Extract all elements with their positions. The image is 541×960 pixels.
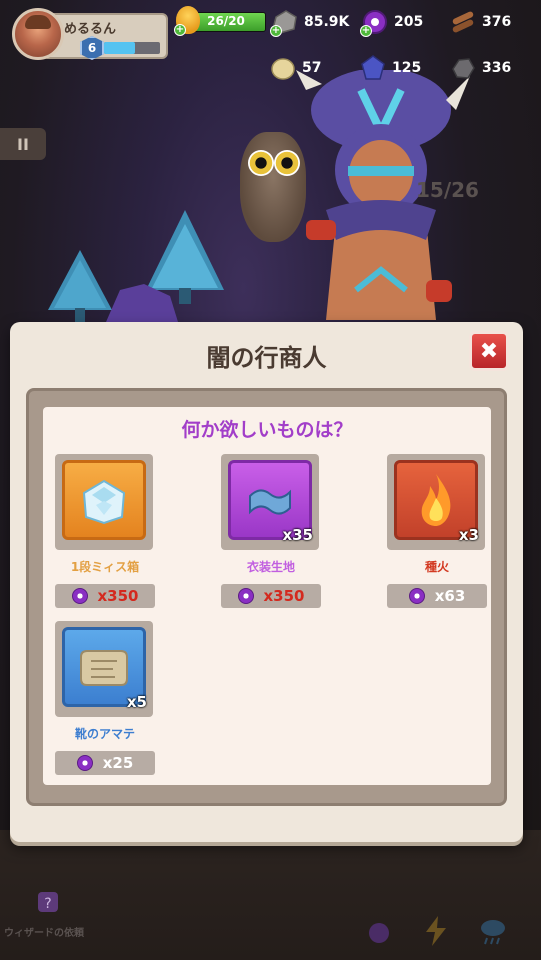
- item-quantity: x35: [282, 526, 313, 544]
- item-slot: x5: [55, 621, 153, 717]
- item-quantity: x5: [126, 693, 147, 711]
- wood-value: 376: [482, 14, 512, 30]
- wizard-request-label[interactable]: ウィザードの依頼: [4, 924, 84, 939]
- xp-bar: [104, 42, 160, 54]
- close-button[interactable]: ✖: [469, 331, 509, 371]
- pause-button[interactable]: II: [0, 128, 46, 160]
- crystal-icon: [360, 55, 386, 81]
- item-price: x63: [434, 587, 466, 605]
- item-price: x350: [97, 587, 139, 605]
- ground-background: [0, 830, 541, 960]
- item-slot: [55, 454, 153, 550]
- item-name: 1段ミィス箱: [70, 560, 140, 574]
- shop-item[interactable]: x35 衣装生地 x350: [221, 454, 321, 614]
- item-price: x350: [263, 587, 305, 605]
- shop-item[interactable]: 1段ミィス箱 x350: [55, 454, 155, 614]
- item-name: 衣装生地: [246, 560, 295, 574]
- add-stone-icon[interactable]: +: [270, 25, 282, 37]
- item-slot: x3: [387, 454, 485, 550]
- shop-question: 何か欲しいものは？: [181, 419, 353, 441]
- merchant-dialog: 闇の行商人 ✖ 何か欲しいものは？ 1段ミィス箱 x350 x35 衣装生地 x…: [10, 322, 523, 842]
- scroll-icon: [80, 650, 128, 686]
- item-price-button[interactable]: x25: [55, 751, 155, 775]
- gem-icon: [237, 588, 254, 604]
- rock-decoration: [106, 284, 178, 322]
- wood-resource: 376: [450, 9, 511, 35]
- shop-item[interactable]: x5 靴のアマテ x25: [55, 621, 155, 781]
- lightning-icon[interactable]: [424, 916, 448, 946]
- gem-icon: [76, 755, 93, 771]
- gem-icon: [71, 588, 88, 604]
- item-tile: [62, 460, 146, 540]
- gold-nugget-resource: 57: [270, 55, 321, 81]
- item-name: 靴のアマテ: [74, 727, 135, 741]
- player-hud[interactable]: めるるん 6: [12, 8, 168, 60]
- item-quantity: x3: [458, 526, 479, 544]
- weather-icon[interactable]: [478, 916, 508, 946]
- gem-resource[interactable]: + 205: [360, 9, 424, 37]
- shop-item[interactable]: x3 種火 x63: [387, 454, 487, 614]
- xp-bar-fill: [104, 42, 135, 54]
- add-gem-icon[interactable]: +: [360, 25, 372, 37]
- iron-ore-icon: [450, 55, 476, 81]
- close-icon: ✖: [479, 338, 499, 364]
- add-energy-icon[interactable]: +: [174, 24, 186, 36]
- energy-icon: +: [174, 6, 200, 36]
- potion-icon[interactable]: [366, 918, 392, 944]
- gem-icon: [408, 588, 425, 604]
- gold-nugget-value: 57: [302, 60, 322, 76]
- crystal-resource: 125: [360, 55, 421, 81]
- shop-panel: 何か欲しいものは？ 1段ミィス箱 x350 x35 衣装生地 x350 x3 種…: [43, 407, 491, 785]
- wood-icon: [450, 9, 476, 35]
- quest-icon[interactable]: ?: [34, 888, 62, 916]
- item-price: x25: [102, 754, 134, 772]
- dialog-title: 闇の行商人: [206, 344, 327, 372]
- item-price-button[interactable]: x63: [387, 584, 487, 608]
- player-name: めるるん: [64, 22, 117, 37]
- shop-frame: 何か欲しいものは？ 1段ミィス箱 x350 x35 衣装生地 x350 x3 種…: [26, 388, 507, 806]
- item-price-button[interactable]: x350: [55, 584, 155, 608]
- item-price-button[interactable]: x350: [221, 584, 321, 608]
- flame-icon: [421, 474, 451, 526]
- fabric-icon: [249, 489, 291, 515]
- stone-icon: +: [270, 9, 298, 37]
- stage-progress: 15/26: [416, 178, 479, 202]
- iron-value: 336: [482, 60, 512, 76]
- svg-text:?: ?: [44, 896, 51, 912]
- player-avatar[interactable]: [12, 8, 64, 60]
- ice-chest-icon: [82, 479, 126, 525]
- gem-icon: +: [360, 9, 388, 37]
- iron-resource: 336: [450, 55, 511, 81]
- item-slot: x35: [221, 454, 319, 550]
- gem-value: 205: [394, 14, 424, 30]
- item-name: 種火: [424, 560, 449, 574]
- stone-resource[interactable]: + 85.9K: [270, 9, 350, 37]
- stone-value: 85.9K: [304, 14, 350, 30]
- gold-nugget-icon: [270, 55, 296, 81]
- crystal-value: 125: [392, 60, 422, 76]
